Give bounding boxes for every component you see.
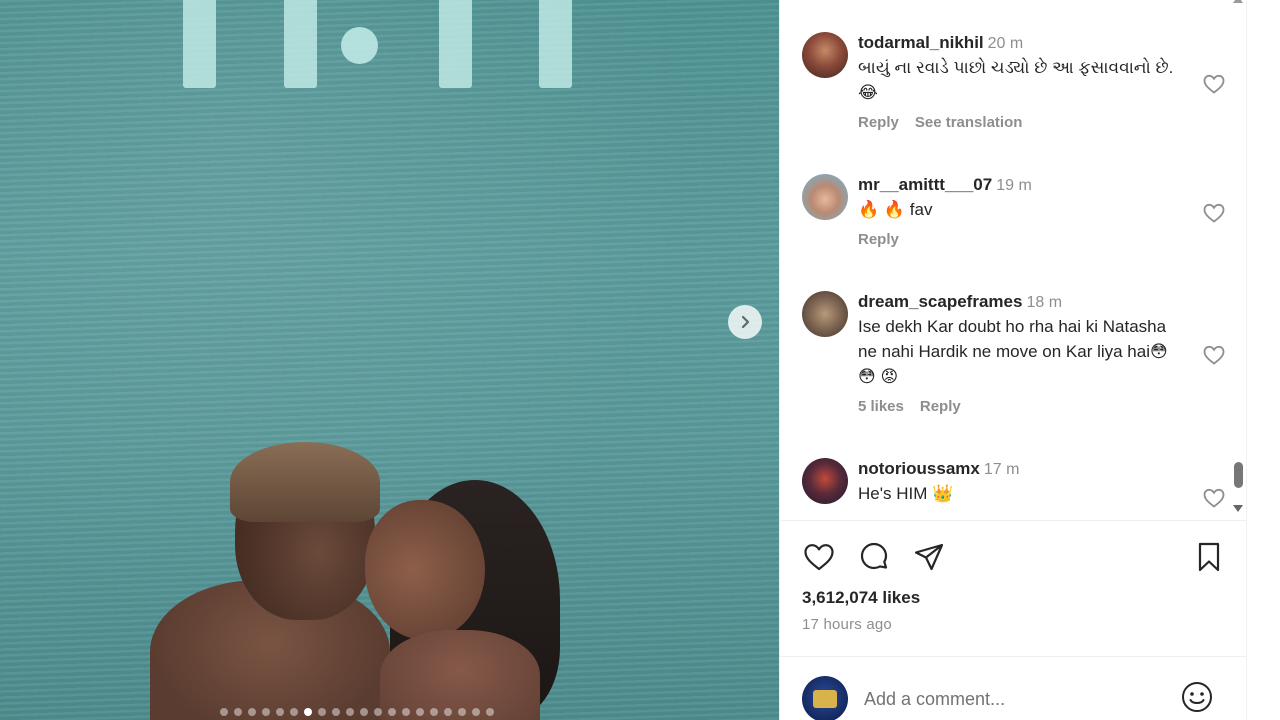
paper-plane-icon[interactable] bbox=[912, 540, 946, 574]
post-actions-bar bbox=[802, 540, 1222, 576]
comment-like-count[interactable]: 5 likes bbox=[858, 398, 904, 415]
carousel-dot bbox=[220, 708, 228, 716]
carousel-indicator bbox=[220, 706, 494, 718]
comment-text: બાયું ના રવાડે પાછો ચડ્યો છે આ ફસાવવાનો … bbox=[858, 58, 1174, 102]
carousel-dot bbox=[472, 708, 480, 716]
comment-text: Ise dekh Kar doubt ho rha hai ki Natasha… bbox=[858, 317, 1168, 386]
couple-photo bbox=[150, 440, 590, 720]
heart-icon[interactable] bbox=[1202, 72, 1226, 96]
carousel-dot bbox=[458, 708, 466, 716]
scroll-down-arrow-icon[interactable] bbox=[1233, 505, 1243, 512]
carousel-dot bbox=[234, 708, 242, 716]
avatar[interactable] bbox=[802, 174, 848, 220]
carousel-dot bbox=[248, 708, 256, 716]
reply-button[interactable]: Reply bbox=[858, 231, 899, 248]
comments-list[interactable]: todarmal_nikhil 20 m બાયું ના રવાડે પાછો … bbox=[780, 0, 1247, 520]
avatar[interactable] bbox=[802, 32, 848, 78]
likes-count[interactable]: 3,612,074 likes bbox=[802, 588, 920, 608]
comment-timestamp: 19 m bbox=[996, 177, 1032, 194]
post-media[interactable] bbox=[0, 0, 779, 720]
comment-username[interactable]: notorioussamx bbox=[858, 459, 980, 478]
comment-timestamp: 17 m bbox=[983, 461, 1020, 478]
comment-bubble-icon[interactable] bbox=[857, 540, 891, 574]
carousel-dot bbox=[388, 708, 396, 716]
carousel-dot bbox=[290, 708, 298, 716]
instagram-post-view: todarmal_nikhil 20 m બાયું ના રવાડે પાછો … bbox=[0, 0, 1280, 720]
heart-icon[interactable] bbox=[1202, 486, 1226, 510]
carousel-dot bbox=[276, 708, 284, 716]
chevron-right-icon bbox=[741, 315, 750, 329]
avatar[interactable] bbox=[802, 291, 848, 337]
media-graphic-dot bbox=[341, 27, 378, 64]
media-graphic-bar bbox=[539, 0, 572, 88]
divider bbox=[780, 656, 1247, 657]
bookmark-icon[interactable] bbox=[1192, 540, 1226, 574]
carousel-dot bbox=[318, 708, 326, 716]
comment-username[interactable]: todarmal_nikhil bbox=[858, 33, 984, 52]
comments-scrollbar[interactable] bbox=[1230, 0, 1246, 520]
heart-icon[interactable] bbox=[1202, 343, 1226, 367]
carousel-dot-active bbox=[304, 708, 312, 716]
carousel-dot bbox=[346, 708, 354, 716]
media-graphic-bar bbox=[183, 0, 216, 88]
comment-timestamp: 18 m bbox=[1026, 294, 1063, 311]
smiley-icon[interactable] bbox=[1180, 680, 1214, 714]
window-edge bbox=[1246, 0, 1280, 720]
carousel-dot bbox=[402, 708, 410, 716]
heart-icon[interactable] bbox=[802, 540, 836, 574]
carousel-dot bbox=[444, 708, 452, 716]
media-graphic-bar bbox=[284, 0, 317, 88]
carousel-dot bbox=[360, 708, 368, 716]
avatar[interactable] bbox=[802, 676, 848, 720]
add-comment-input[interactable] bbox=[864, 684, 1164, 714]
post-timestamp[interactable]: 17 hours ago bbox=[802, 616, 892, 633]
reply-button[interactable]: Reply bbox=[858, 114, 899, 131]
scrollbar-thumb[interactable] bbox=[1234, 462, 1243, 488]
carousel-dot bbox=[430, 708, 438, 716]
carousel-dot bbox=[374, 708, 382, 716]
carousel-dot bbox=[332, 708, 340, 716]
add-comment-row bbox=[802, 674, 1222, 720]
comments-panel: todarmal_nikhil 20 m બાયું ના રવાડે પાછો … bbox=[779, 0, 1247, 720]
comment-text: He's HIM 👑 bbox=[858, 484, 954, 503]
see-translation-button[interactable]: See translation bbox=[915, 114, 1023, 131]
comment-username[interactable]: mr__amittt___07 bbox=[858, 175, 992, 194]
heart-icon[interactable] bbox=[1202, 201, 1226, 225]
avatar[interactable] bbox=[802, 458, 848, 504]
comment-timestamp: 20 m bbox=[987, 35, 1024, 52]
comment-text: 🔥 🔥 fav bbox=[858, 200, 933, 219]
carousel-dot bbox=[416, 708, 424, 716]
divider bbox=[780, 520, 1247, 521]
carousel-dot bbox=[262, 708, 270, 716]
carousel-dot bbox=[486, 708, 494, 716]
next-slide-button[interactable] bbox=[728, 305, 762, 339]
comment-username[interactable]: dream_scapeframes bbox=[858, 292, 1022, 311]
reply-button[interactable]: Reply bbox=[920, 398, 961, 415]
media-graphic-bar bbox=[439, 0, 472, 88]
scroll-up-arrow-icon[interactable] bbox=[1233, 0, 1243, 3]
